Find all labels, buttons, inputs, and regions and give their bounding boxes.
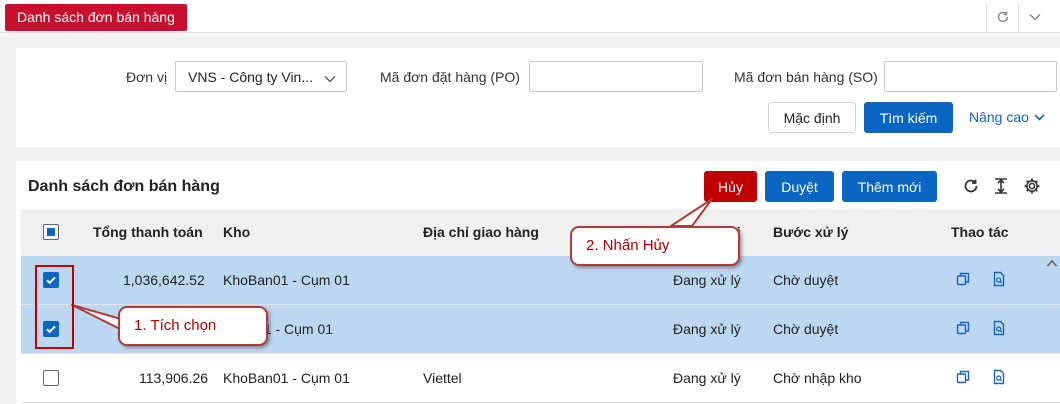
- select-all-checkbox[interactable]: [43, 224, 59, 240]
- callout-press-cancel: 2. Nhấn Hủy: [570, 226, 740, 266]
- copy-icon[interactable]: [955, 271, 971, 287]
- table-row[interactable]: 1,036,642.52 KhoBan01 - Cụm 01 Đang xử l…: [21, 256, 1060, 305]
- copy-icon[interactable]: [955, 369, 971, 385]
- top-bar: Danh sách đơn bán hàng: [0, 0, 1060, 33]
- refresh-icon[interactable]: [986, 3, 1018, 31]
- column-actions: Thao tác: [951, 224, 1009, 240]
- callout-tick-select: 1. Tích chọn: [118, 306, 268, 346]
- row-step: Chờ duyệt: [773, 321, 839, 337]
- cancel-button[interactable]: Hủy: [704, 171, 757, 202]
- column-total: Tổng thanh toán: [93, 224, 203, 240]
- view-document-icon[interactable]: [991, 271, 1007, 287]
- gear-icon[interactable]: [1021, 175, 1043, 197]
- order-list-panel: Danh sách đơn bán hàng Hủy Duyệt Thêm mớ…: [16, 161, 1060, 404]
- row-status: Đang xử lý: [673, 321, 741, 337]
- approve-button[interactable]: Duyệt: [765, 171, 834, 202]
- column-step: Bước xử lý: [773, 224, 849, 240]
- checkbox-highlight-frame: [35, 265, 74, 349]
- list-title: Danh sách đơn bán hàng: [28, 178, 220, 195]
- view-document-icon[interactable]: [991, 369, 1007, 385]
- scroll-up-icon[interactable]: [1046, 258, 1058, 268]
- search-button[interactable]: Tìm kiếm: [864, 102, 953, 133]
- page-tab[interactable]: Danh sách đơn bán hàng: [5, 4, 187, 31]
- row-warehouse: KhoBan01 - Cụm 01: [223, 370, 350, 386]
- unit-label: Đơn vị: [126, 69, 168, 85]
- row-step: Chờ duyệt: [773, 272, 839, 288]
- column-height-icon[interactable]: [990, 175, 1012, 197]
- row-checkbox[interactable]: [43, 370, 59, 386]
- advanced-link[interactable]: Nâng cao: [969, 109, 1045, 125]
- po-input[interactable]: [529, 61, 703, 92]
- table-header: Tổng thanh toán Kho Địa chỉ giao hàng ái…: [21, 209, 1060, 256]
- filter-panel: Đơn vị VNS - Công ty Vin... Mã đơn đặt h…: [16, 48, 1060, 147]
- chevron-down-icon: [324, 70, 336, 86]
- row-total: 113,906.26: [139, 370, 209, 386]
- advanced-link-label: Nâng cao: [969, 109, 1029, 125]
- column-warehouse: Kho: [223, 224, 251, 240]
- po-label: Mã đơn đặt hàng (PO): [380, 69, 520, 85]
- add-new-button[interactable]: Thêm mới: [842, 171, 937, 202]
- table-row[interactable]: 113,906.26 KhoBan01 - Cụm 01 Viettel Đan…: [21, 354, 1060, 403]
- default-button[interactable]: Mặc định: [768, 102, 856, 133]
- row-step: Chờ nhập kho: [773, 370, 862, 386]
- view-document-icon[interactable]: [991, 320, 1007, 336]
- chevron-down-icon[interactable]: [1018, 3, 1050, 31]
- row-address: Viettel: [423, 370, 462, 386]
- row-status: Đang xử lý: [673, 272, 741, 288]
- row-status: Đang xử lý: [673, 370, 741, 386]
- row-total: 1,036,642.52: [123, 272, 205, 288]
- so-input[interactable]: [884, 61, 1057, 92]
- row-warehouse: KhoBan01 - Cụm 01: [223, 272, 350, 288]
- copy-icon[interactable]: [955, 320, 971, 336]
- so-label: Mã đơn bán hàng (SO): [734, 69, 878, 85]
- unit-select[interactable]: VNS - Công ty Vin...: [175, 61, 347, 92]
- top-icons: [986, 3, 1050, 31]
- chevron-down-icon: [1034, 113, 1045, 121]
- reload-icon[interactable]: [960, 175, 982, 197]
- unit-select-value: VNS - Công ty Vin...: [188, 69, 314, 85]
- column-address: Địa chỉ giao hàng: [423, 224, 539, 240]
